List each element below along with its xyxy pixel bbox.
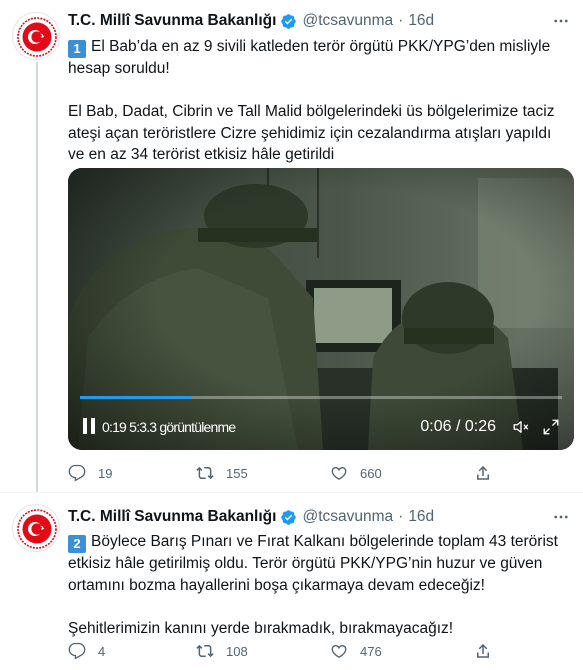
heart-icon [331, 644, 347, 658]
fullscreen-icon[interactable] [542, 418, 560, 436]
more-options-icon[interactable] [551, 11, 571, 31]
reply-icon [68, 642, 86, 660]
video-frame-image [68, 168, 574, 450]
reply-button[interactable]: 19 [68, 464, 112, 482]
author-name[interactable]: T.C. Millî Savunma Bakanlığı [68, 508, 276, 526]
mute-icon[interactable] [512, 418, 530, 436]
heart-icon [331, 466, 347, 480]
reply-icon [68, 464, 86, 482]
thread-connector-line [36, 62, 38, 492]
pause-icon[interactable] [82, 418, 96, 434]
tweet-header: T.C. Millî Savunma Bakanlığı @tcsavunma … [68, 507, 434, 527]
tweet-paragraph: El Bab, Dadat, Cibrin ve Tall Malid bölg… [68, 103, 555, 163]
avatar[interactable] [12, 504, 60, 552]
tweet-text: 2 Böylece Barış Pınarı ve Fırat Kalkanı b… [68, 531, 568, 639]
retweet-count: 155 [226, 465, 248, 481]
retweet-icon [196, 644, 214, 658]
timestamp[interactable]: 16d [408, 12, 434, 30]
share-icon [477, 643, 489, 658]
reply-button[interactable]: 4 [68, 642, 105, 660]
retweet-count: 108 [226, 643, 248, 659]
reply-count: 4 [98, 643, 106, 659]
like-button[interactable]: 660 [330, 464, 382, 482]
tweet-line: El Bab’da en az 9 sivili katleden terör … [68, 38, 551, 77]
video-progress-bar[interactable] [80, 396, 562, 399]
share-icon [477, 465, 489, 480]
video-views-label: 0:19 5:3.3 görüntülenme [102, 419, 236, 435]
tweet-actions: 19 155 660 [68, 464, 498, 484]
retweet-button[interactable]: 155 [196, 464, 248, 482]
retweet-icon [196, 466, 214, 480]
more-options-icon[interactable] [551, 507, 571, 527]
like-count: 660 [360, 465, 382, 481]
ministry-emblem-icon [17, 509, 57, 549]
video-player[interactable]: 0:19 5:3.3 görüntülenme 0:06 / 0:26 [68, 168, 574, 450]
video-progress-fill [80, 396, 191, 399]
like-count: 476 [360, 643, 382, 659]
tweet-2[interactable]: T.C. Millî Savunma Bakanlığı @tcsavunma … [0, 492, 583, 670]
video-duration-label: 0:06 / 0:26 [420, 418, 496, 435]
tweet-header: T.C. Millî Savunma Bakanlığı @tcsavunma … [68, 11, 434, 31]
tweet-1[interactable]: T.C. Millî Savunma Bakanlığı @tcsavunma … [0, 0, 583, 492]
timestamp[interactable]: 16d [408, 508, 434, 526]
tweet-line: Böylece Barış Pınarı ve Fırat Kalkanı bö… [68, 533, 558, 594]
like-button[interactable]: 476 [330, 642, 382, 660]
ministry-emblem-icon [17, 17, 57, 57]
separator-dot: · [398, 12, 404, 29]
keycap-number-icon: 1 [68, 40, 86, 58]
verified-badge-icon [281, 13, 297, 29]
tweet-actions: 4 108 476 [68, 642, 498, 662]
tweet-text: 1 El Bab’da en az 9 sivili katleden terör… [68, 36, 568, 166]
tweet-paragraph: 2 Böylece Barış Pınarı ve Fırat Kalkanı b… [68, 531, 568, 596]
verified-badge-icon [281, 509, 297, 525]
author-name[interactable]: T.C. Millî Savunma Bakanlığı [68, 12, 276, 30]
tweet-paragraph: 1 El Bab’da en az 9 sivili katleden terör… [68, 36, 568, 80]
share-button[interactable] [474, 464, 504, 482]
separator-dot: · [398, 508, 404, 525]
avatar[interactable] [12, 12, 60, 60]
author-handle[interactable]: @tcsavunma [302, 12, 393, 30]
reply-count: 19 [98, 465, 113, 481]
author-handle[interactable]: @tcsavunma [302, 508, 393, 526]
retweet-button[interactable]: 108 [196, 642, 248, 660]
keycap-number-icon: 2 [68, 535, 86, 553]
tweet-paragraph: Şehitlerimizin kanını yerde bırakmadık, … [68, 619, 454, 637]
share-button[interactable] [474, 642, 504, 660]
